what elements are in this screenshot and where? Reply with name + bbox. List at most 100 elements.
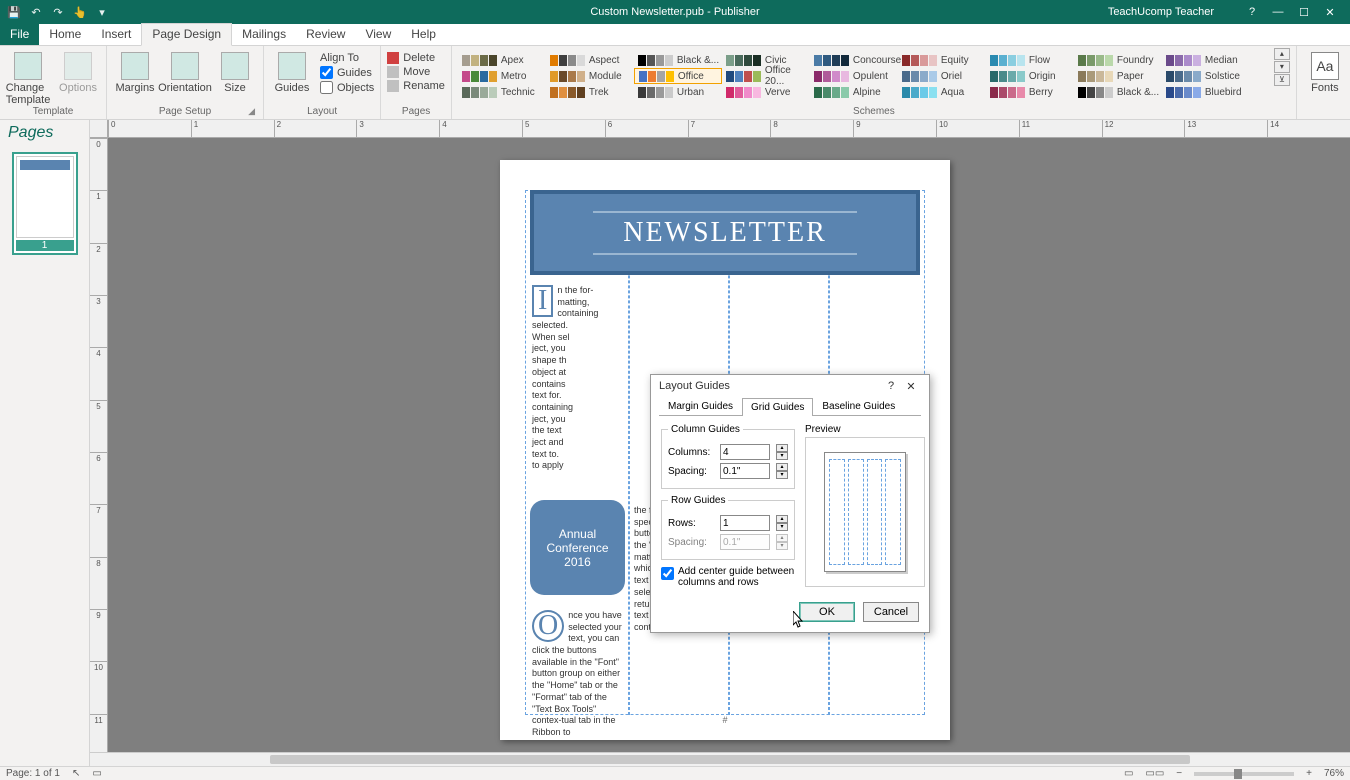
ok-button[interactable]: OK xyxy=(799,602,855,622)
scheme-office[interactable]: Office xyxy=(634,68,722,84)
save-icon[interactable]: 💾 xyxy=(6,4,22,20)
columns-up-icon[interactable]: ▴ xyxy=(776,444,788,452)
scheme-berry[interactable]: Berry xyxy=(986,84,1074,100)
scheme-metro[interactable]: Metro xyxy=(458,68,546,84)
move-icon xyxy=(387,66,399,78)
zoom-slider[interactable] xyxy=(1194,772,1294,776)
row-spacing-input xyxy=(720,534,770,550)
align-to-label: Align To xyxy=(320,52,374,64)
scheme-alpine[interactable]: Alpine xyxy=(810,84,898,100)
tab-grid-guides[interactable]: Grid Guides xyxy=(742,398,813,416)
user-name[interactable]: TeachUcomp Teacher xyxy=(1108,6,1214,18)
rows-down-icon[interactable]: ▾ xyxy=(776,523,788,531)
maximize-icon[interactable]: ☐ xyxy=(1292,6,1316,19)
body-text-col1[interactable]: In the for- matting, containing selected… xyxy=(532,285,627,472)
col-spacing-up-icon[interactable]: ▴ xyxy=(776,463,788,471)
center-guide-checkbox[interactable]: Add center guide between columns and row… xyxy=(661,566,795,588)
guides-checkbox[interactable]: Guides xyxy=(320,66,374,79)
view-single-icon[interactable]: ▭ xyxy=(1124,768,1133,779)
scheme-apex[interactable]: Apex xyxy=(458,52,546,68)
scheme-black[interactable]: Black &... xyxy=(1074,84,1162,100)
scheme-equity[interactable]: Equity xyxy=(898,52,986,68)
vertical-ruler: 01234567891011 xyxy=(90,138,108,766)
page-setup-launcher-icon[interactable]: ◢ xyxy=(248,106,255,117)
scheme-bluebird[interactable]: Bluebird xyxy=(1162,84,1250,100)
gallery-up-icon[interactable]: ▴ xyxy=(1274,48,1290,60)
scheme-office20[interactable]: Office 20... xyxy=(722,68,810,84)
scheme-aspect[interactable]: Aspect xyxy=(546,52,634,68)
scheme-median[interactable]: Median xyxy=(1162,52,1250,68)
fonts-button[interactable]: AaFonts xyxy=(1303,48,1347,94)
orientation-button[interactable]: Orientation xyxy=(163,48,207,94)
tab-baseline-guides[interactable]: Baseline Guides xyxy=(813,397,904,415)
help-icon[interactable]: ? xyxy=(1240,6,1264,19)
page-thumbnail[interactable]: 1 xyxy=(12,152,78,255)
scheme-foundry[interactable]: Foundry xyxy=(1074,52,1162,68)
scheme-urban[interactable]: Urban xyxy=(634,84,722,100)
change-template-button[interactable]: Change Template xyxy=(6,48,50,106)
zoom-value[interactable]: 76% xyxy=(1324,768,1344,779)
move-page-button[interactable]: Move xyxy=(387,66,445,78)
undo-icon[interactable]: ↶ xyxy=(28,4,44,20)
tab-insert[interactable]: Insert xyxy=(91,24,141,45)
minimize-icon[interactable]: — xyxy=(1266,6,1290,19)
newsletter-banner[interactable]: NEWSLETTER xyxy=(530,190,920,275)
gallery-more-icon[interactable]: ⊻ xyxy=(1274,74,1290,86)
scheme-aqua[interactable]: Aqua xyxy=(898,84,986,100)
rows-up-icon[interactable]: ▴ xyxy=(776,515,788,523)
scheme-opulent[interactable]: Opulent xyxy=(810,68,898,84)
scheme-black[interactable]: Black &... xyxy=(634,52,722,68)
title-bar: 💾 ↶ ↷ 👆 ▾ Custom Newsletter.pub - Publis… xyxy=(0,0,1350,24)
scheme-module[interactable]: Module xyxy=(546,68,634,84)
tab-help[interactable]: Help xyxy=(401,24,446,45)
columns-down-icon[interactable]: ▾ xyxy=(776,452,788,460)
zoom-in-icon[interactable]: + xyxy=(1306,768,1312,779)
view-two-page-icon[interactable]: ▭▭ xyxy=(1145,768,1164,779)
col-spacing-down-icon[interactable]: ▾ xyxy=(776,471,788,479)
objects-checkbox[interactable]: Objects xyxy=(320,81,374,94)
zoom-out-icon[interactable]: − xyxy=(1176,768,1182,779)
columns-input[interactable] xyxy=(720,444,770,460)
canvas[interactable]: 01234567891011121314 01234567891011 NEWS… xyxy=(90,120,1350,766)
body-text-col1b[interactable]: Once you have selected your text, you ca… xyxy=(532,610,624,739)
size-button[interactable]: Size xyxy=(213,48,257,94)
row-spacing-down-icon: ▾ xyxy=(776,542,788,550)
tab-page-design[interactable]: Page Design xyxy=(141,23,232,46)
gallery-down-icon[interactable]: ▾ xyxy=(1274,61,1290,73)
dialog-title: Layout Guides xyxy=(659,380,730,392)
scheme-technic[interactable]: Technic xyxy=(458,84,546,100)
tab-home[interactable]: Home xyxy=(39,24,91,45)
margins-button[interactable]: Margins xyxy=(113,48,157,94)
dialog-help-icon[interactable]: ? xyxy=(881,380,901,392)
close-icon[interactable]: ✕ xyxy=(1318,6,1342,19)
rename-page-button[interactable]: Rename xyxy=(387,80,445,92)
tab-mailings[interactable]: Mailings xyxy=(232,24,296,45)
preview-label: Preview xyxy=(805,424,925,435)
group-layout: Layout xyxy=(270,106,374,119)
tab-view[interactable]: View xyxy=(355,24,401,45)
scheme-origin[interactable]: Origin xyxy=(986,68,1074,84)
page-indicator[interactable]: Page: 1 of 1 xyxy=(6,768,60,779)
delete-page-button[interactable]: Delete xyxy=(387,52,445,64)
redo-icon[interactable]: ↷ xyxy=(50,4,66,20)
scheme-concourse[interactable]: Concourse xyxy=(810,52,898,68)
annual-conference-shape[interactable]: Annual Conference 2016 xyxy=(530,500,625,595)
scheme-paper[interactable]: Paper xyxy=(1074,68,1162,84)
scheme-flow[interactable]: Flow xyxy=(986,52,1074,68)
scheme-verve[interactable]: Verve xyxy=(722,84,810,100)
tab-review[interactable]: Review xyxy=(296,24,355,45)
scheme-oriel[interactable]: Oriel xyxy=(898,68,986,84)
qat-dropdown-icon[interactable]: ▾ xyxy=(94,4,110,20)
col-spacing-input[interactable] xyxy=(720,463,770,479)
tab-margin-guides[interactable]: Margin Guides xyxy=(659,397,742,415)
dialog-close-icon[interactable]: ✕ xyxy=(901,380,921,393)
cancel-button[interactable]: Cancel xyxy=(863,602,919,622)
scheme-solstice[interactable]: Solstice xyxy=(1162,68,1250,84)
touch-mode-icon[interactable]: 👆 xyxy=(72,4,88,20)
schemes-gallery[interactable]: ApexAspectBlack &...CivicConcourseEquity… xyxy=(458,48,1268,100)
scheme-trek[interactable]: Trek xyxy=(546,84,634,100)
guides-button[interactable]: Guides xyxy=(270,48,314,94)
rows-input[interactable] xyxy=(720,515,770,531)
tab-file[interactable]: File xyxy=(0,24,39,45)
horizontal-scrollbar[interactable] xyxy=(90,752,1350,766)
